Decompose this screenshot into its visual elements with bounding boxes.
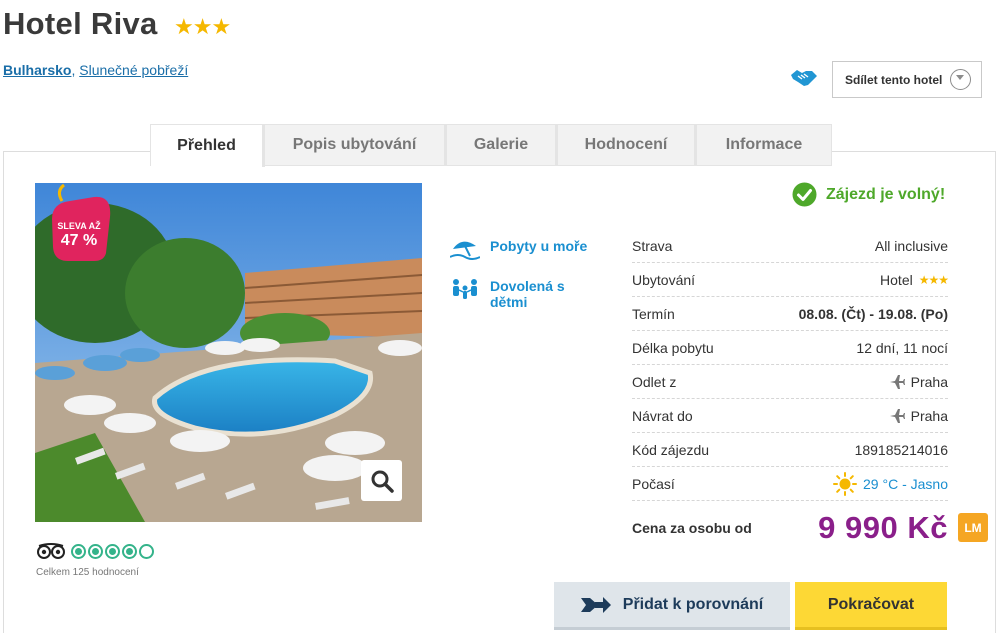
- tab-gallery[interactable]: Galerie: [447, 125, 558, 165]
- detail-value-text: Praha: [910, 373, 948, 390]
- rating-dot-empty: [139, 544, 154, 559]
- breadcrumb-country-link[interactable]: Bulharsko: [3, 62, 71, 78]
- feature-beach-label: Pobyty u moře: [490, 238, 588, 254]
- detail-row-dates: Termín 08.08. (Čt) - 19.08. (Po): [632, 297, 948, 331]
- detail-label: Kód zájezdu: [632, 441, 710, 458]
- breadcrumb: Bulharsko, Slunečné pobřeží: [3, 62, 188, 78]
- detail-value: 12 dní, 11 nocí: [856, 339, 948, 356]
- tripadvisor-owl-icon[interactable]: [36, 543, 66, 559]
- review-count[interactable]: Celkem 125 hodnocení: [36, 567, 139, 578]
- price-row: Cena za osobu od 9 990 Kč: [632, 510, 948, 546]
- detail-value: Praha: [889, 408, 948, 424]
- discount-label: SLEVA AŽ: [57, 221, 101, 231]
- feature-family-label: Dovolená s dětmi: [490, 278, 565, 310]
- detail-value: Praha: [889, 374, 948, 390]
- feature-family[interactable]: Dovolená s dětmi: [450, 278, 600, 310]
- availability-status: Zájezd je volný!: [792, 182, 945, 207]
- family-icon: [453, 279, 477, 299]
- last-minute-badge: LM: [958, 513, 988, 542]
- detail-value[interactable]: 29 °C - Jasno: [833, 471, 948, 496]
- detail-label: Termín: [632, 305, 675, 322]
- tab-reviews[interactable]: Hodnocení: [558, 125, 697, 165]
- feature-beach[interactable]: Pobyty u moře: [450, 238, 600, 260]
- chevron-down-icon: [950, 69, 971, 90]
- detail-row-weather[interactable]: Počasí 29 °C - Jasno: [632, 467, 948, 501]
- detail-label: Počasí: [632, 475, 675, 492]
- trip-details: Strava All inclusive Ubytování Hotel ★★★…: [632, 229, 949, 501]
- accommodation-stars: ★★★: [918, 272, 949, 287]
- sun-icon: [833, 471, 858, 496]
- zoom-button[interactable]: [361, 460, 402, 501]
- continue-button[interactable]: Pokračovat: [795, 582, 947, 630]
- detail-label: Délka pobytu: [632, 339, 714, 356]
- beach-umbrella-icon: [450, 241, 480, 260]
- tab-information[interactable]: Informace: [697, 125, 831, 165]
- tripadvisor-rating[interactable]: [71, 544, 154, 559]
- detail-value: Hotel ★★★: [880, 271, 949, 288]
- magnifier-icon: [371, 470, 394, 493]
- detail-value-text: Hotel: [880, 271, 913, 288]
- detail-value: 189185214016: [854, 441, 948, 458]
- detail-label: Strava: [632, 237, 673, 254]
- rating-dot-filled: [88, 544, 103, 559]
- detail-value-text: Praha: [910, 407, 948, 424]
- share-hotel-button[interactable]: Sdílet tento hotel: [832, 61, 982, 98]
- detail-value: All inclusive: [874, 237, 948, 254]
- detail-value-text: 29 °C - Jasno: [863, 475, 948, 492]
- tab-bar: Přehled Popis ubytování Galerie Hodnocen…: [150, 124, 832, 167]
- plane-icon: [889, 408, 905, 423]
- detail-row-board: Strava All inclusive: [632, 229, 948, 263]
- hotel-name: Hotel Riva: [3, 6, 158, 41]
- share-hotel-label: Sdílet tento hotel: [845, 72, 943, 87]
- discount-value: 47 %: [60, 232, 98, 249]
- compare-arrows-icon: [580, 596, 611, 613]
- tab-accommodation[interactable]: Popis ubytování: [265, 125, 447, 165]
- availability-label: Zájezd je volný!: [826, 185, 946, 203]
- plane-icon: [889, 374, 905, 389]
- breadcrumb-region-link[interactable]: Slunečné pobřeží: [79, 62, 188, 78]
- detail-label: Ubytování: [632, 271, 696, 288]
- detail-row-accommodation: Ubytování Hotel ★★★: [632, 263, 949, 297]
- detail-label: Návrat do: [632, 407, 693, 424]
- detail-row-return: Návrat do Praha: [632, 399, 948, 433]
- price-value: 9 990 Kč: [818, 510, 948, 545]
- tab-overview[interactable]: Přehled: [151, 125, 265, 167]
- detail-row-code: Kód zájezdu 189185214016: [632, 433, 948, 467]
- price-label: Cena za osobu od: [632, 520, 752, 536]
- rating-dot-filled: [122, 544, 137, 559]
- detail-row-departure: Odlet z Praha: [632, 365, 948, 399]
- detail-value: 08.08. (Čt) - 19.08. (Po): [798, 305, 948, 322]
- rating-dot-filled: [105, 544, 120, 559]
- add-to-compare-label: Přidat k porovnání: [622, 595, 764, 613]
- hotel-star-rating: ★★★: [174, 14, 231, 39]
- detail-label: Odlet z: [632, 373, 677, 390]
- handshake-icon[interactable]: [790, 67, 818, 89]
- add-to-compare-button[interactable]: Přidat k porovnání: [554, 582, 790, 630]
- detail-row-duration: Délka pobytu 12 dní, 11 nocí: [632, 331, 948, 365]
- check-circle-icon: [792, 182, 817, 207]
- discount-badge: SLEVA AŽ 47 %: [50, 183, 114, 263]
- rating-dot-filled: [71, 544, 86, 559]
